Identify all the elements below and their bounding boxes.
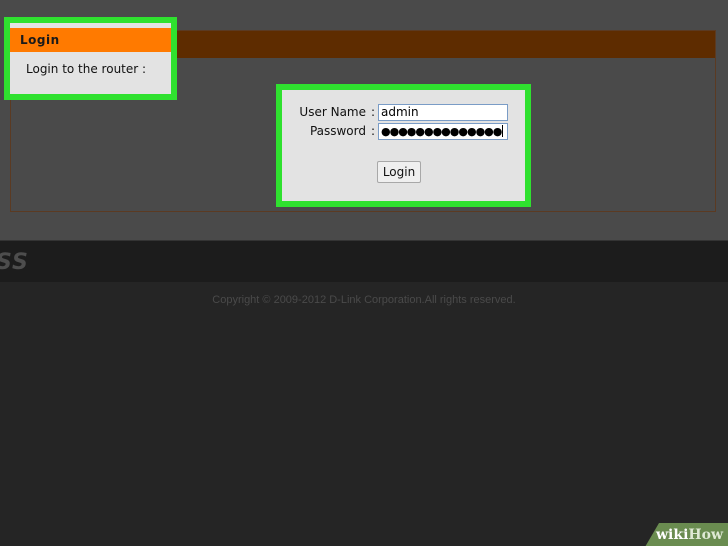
highlight-login-form: User Name : admin Password : ●●●●●●●●●●●… bbox=[276, 84, 531, 207]
login-title: Login bbox=[10, 28, 171, 52]
watermark-part2: How bbox=[688, 527, 724, 543]
password-label: Password bbox=[309, 124, 366, 138]
copyright-text: Copyright © 2009-2012 D-Link Corporation… bbox=[212, 294, 516, 306]
highlight-login-header: Login Login to the router : bbox=[4, 17, 177, 100]
login-form: User Name : admin Password : ●●●●●●●●●●●… bbox=[282, 90, 525, 201]
brand-logo-partial: SS bbox=[0, 250, 29, 275]
password-masked-value: ●●●●●●●●●●●●●● bbox=[381, 125, 502, 138]
username-value: admin bbox=[381, 105, 419, 119]
watermark-text: wikiHow bbox=[656, 527, 723, 543]
login-subtitle: Login to the router : bbox=[26, 62, 147, 76]
watermark-part1: wiki bbox=[656, 527, 689, 543]
username-input[interactable]: admin bbox=[378, 104, 508, 121]
username-label: User Name bbox=[299, 105, 366, 119]
text-caret bbox=[502, 125, 504, 137]
username-colon: : bbox=[371, 105, 376, 119]
brand-bar bbox=[0, 240, 728, 282]
password-input[interactable]: ●●●●●●●●●●●●●● bbox=[378, 123, 508, 140]
login-button[interactable]: Login bbox=[377, 161, 421, 183]
login-header-box: Login Login to the router : bbox=[10, 23, 171, 94]
password-colon: : bbox=[371, 124, 376, 138]
